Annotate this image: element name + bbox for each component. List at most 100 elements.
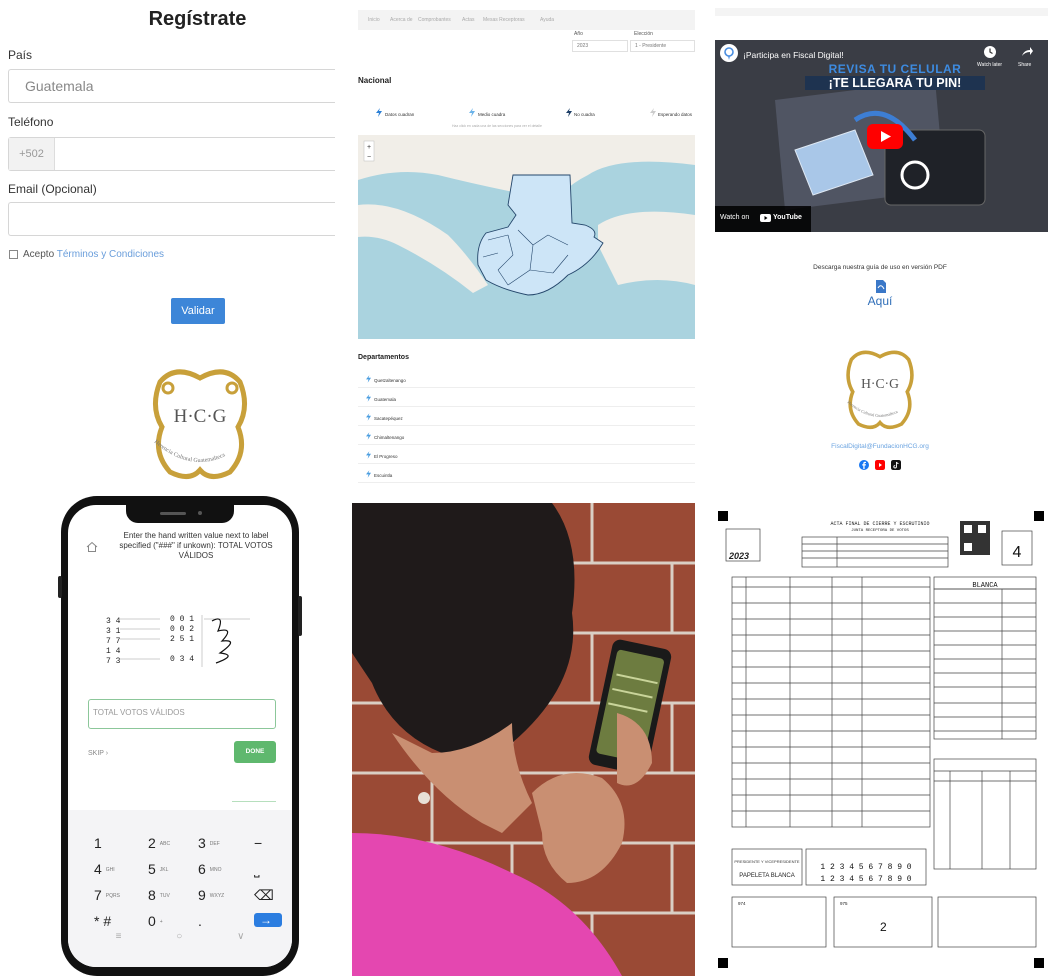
youtube-icon[interactable] <box>875 460 885 470</box>
youtube-logo-icon <box>760 214 771 222</box>
keypad-key[interactable]: − <box>254 835 266 851</box>
nav-item[interactable]: Acerca de <box>390 17 413 23</box>
channel-avatar-icon[interactable] <box>719 43 739 63</box>
photo-woman-with-phone <box>352 503 695 976</box>
lightning-icon <box>366 432 371 440</box>
email-label: Email (Opcional) <box>8 182 97 196</box>
department-row[interactable]: El Progreso <box>358 446 695 464</box>
legend-esperando-datos: Esperando datos <box>658 112 693 117</box>
keypad-key[interactable]: 0 + <box>148 913 163 929</box>
total-votos-input[interactable]: TOTAL VOTOS VÁLIDOS <box>88 699 276 729</box>
svg-text:7 3: 7 3 <box>106 657 121 666</box>
share-label[interactable]: Share <box>1018 62 1031 68</box>
keypad-key[interactable]: . <box>198 913 206 929</box>
nav-item[interactable]: Mesas Receptoras <box>483 17 525 23</box>
facebook-icon[interactable] <box>859 460 869 470</box>
keypad-key[interactable]: 9 WXYZ <box>198 887 224 903</box>
watch-on-youtube[interactable]: Watch on YouTube <box>715 206 811 232</box>
svg-text:3 4: 3 4 <box>106 617 121 626</box>
pdf-file-icon[interactable] <box>876 280 886 293</box>
keypad-key[interactable]: 6 MNO <box>198 861 221 877</box>
svg-text:+: + <box>367 144 371 151</box>
nav-item[interactable]: Ayuda <box>540 17 554 23</box>
guatemala-shape <box>477 174 604 296</box>
contact-email-link[interactable]: FiscalDigital@FundacionHCG.org <box>712 443 1048 450</box>
ballot-year: 2023 <box>728 551 749 561</box>
ballot-digits-row1: 1 2 3 4 5 6 7 8 9 0 <box>820 863 911 872</box>
clock-icon[interactable] <box>983 45 997 59</box>
legend-no-cuadra: No cuadra <box>574 112 595 117</box>
election-select[interactable]: 1 - Presidente <box>630 40 695 52</box>
nav-item[interactable]: Inicio <box>368 17 380 23</box>
guide-panel: ¡Participa en Fiscal Digital! Watch late… <box>712 0 1048 488</box>
terms-link[interactable]: Términos y Condiciones <box>57 249 164 260</box>
keypad-key[interactable]: 4 GHI <box>94 861 115 877</box>
svg-text:0 0 1: 0 0 1 <box>170 615 194 624</box>
nav-item[interactable]: Actas <box>462 17 475 23</box>
lightning-icon <box>469 108 475 117</box>
ballot-subheader: JUNTA RECEPTORA DE VOTOS <box>851 529 909 533</box>
back-chevron-icon[interactable]: ∨ <box>237 931 244 942</box>
validate-button[interactable]: Validar <box>171 298 225 324</box>
nav-bar: ≡ ○ ∨ <box>68 931 292 942</box>
departamentos-heading: Departamentos <box>358 354 409 361</box>
ballot-papeleta: PAPELETA BLANCA <box>739 873 794 879</box>
year-select[interactable]: 2023 <box>572 40 628 52</box>
play-button-icon[interactable] <box>867 124 903 149</box>
video-overlay-line2: ¡TE LLEGARÁ TU PIN! <box>805 76 985 90</box>
keypad-key[interactable]: 3 DEF <box>198 835 220 851</box>
guide-caption: Descarga nuestra guía de uso en versión … <box>813 264 947 271</box>
keypad-key[interactable]: ⌫ <box>254 887 278 904</box>
year-label: Año <box>574 31 583 37</box>
department-row[interactable]: Escuintla <box>358 465 695 483</box>
keypad-key[interactable]: 7 PQRS <box>94 887 120 903</box>
svg-text:0 3 4: 0 3 4 <box>170 655 194 664</box>
nav-item[interactable]: Comprobantes <box>418 17 451 23</box>
keypad-key[interactable]: * # <box>94 913 115 929</box>
register-title: Regístrate <box>148 8 247 30</box>
keypad-key[interactable]: 1 <box>94 835 106 851</box>
lightning-icon <box>366 394 371 402</box>
department-row[interactable]: Quetzaltenango <box>358 370 695 388</box>
ballot-footer-974: 974 <box>738 901 746 906</box>
email-input[interactable] <box>8 202 335 236</box>
share-icon[interactable] <box>1020 45 1034 59</box>
skip-button[interactable]: SKIP › <box>88 750 108 757</box>
scanned-ballot-snippet: 3 43 17 71 47 3 0 0 10 0 22 5 1 0 3 4 <box>100 609 260 673</box>
terms-checkbox[interactable] <box>9 250 18 259</box>
svg-text:−: − <box>367 154 371 161</box>
keypad-key[interactable]: 5 JKL <box>148 861 168 877</box>
phone-label: Teléfono <box>8 115 54 129</box>
menu-icon[interactable]: ≡ <box>116 931 122 942</box>
country-select[interactable]: Guatemala <box>8 69 335 103</box>
lightning-icon <box>566 108 572 117</box>
keypad-key[interactable]: 2 ABC <box>148 835 170 851</box>
logo-letters: H·C·G <box>174 406 227 427</box>
department-row[interactable]: Sacatepéquez <box>358 408 695 426</box>
done-button[interactable]: DONE <box>234 741 276 763</box>
ballot-handwritten-two: 2 <box>880 920 887 934</box>
election-label: Elección <box>634 31 653 37</box>
phone-prefix: +502 <box>9 138 55 170</box>
department-row[interactable]: Chimaltenango <box>358 427 695 445</box>
home-icon[interactable] <box>86 541 98 553</box>
ballot-pres-label: PRESIDENTE Y VICEPRESIDENTE <box>734 859 800 864</box>
country-label: País <box>8 48 33 62</box>
home-circle-icon[interactable]: ○ <box>176 931 182 942</box>
tiktok-icon[interactable] <box>891 460 901 470</box>
enter-key[interactable]: → <box>254 913 282 927</box>
results-map[interactable]: + − <box>358 135 695 339</box>
photo-illustration <box>352 503 695 976</box>
guide-download-link[interactable]: Aquí <box>712 294 1048 308</box>
keypad-key[interactable]: 8 TUV <box>148 887 170 903</box>
watch-later-label[interactable]: Watch later <box>977 62 1002 68</box>
phone-input[interactable] <box>8 137 335 171</box>
keypad-key[interactable]: ⎵ <box>254 861 264 878</box>
results-panel: Inicio Acerca de Comprobantes Actas Mesa… <box>352 0 695 488</box>
ballot-sheet: ACTA FINAL DE CIERRE Y ESCRUTINIO JUNTA … <box>718 511 1044 968</box>
svg-text:7 7: 7 7 <box>106 637 121 646</box>
department-row[interactable]: Guatemala <box>358 389 695 407</box>
video-title[interactable]: ¡Participa en Fiscal Digital! <box>743 50 844 60</box>
video-player[interactable]: ¡Participa en Fiscal Digital! Watch late… <box>715 40 1048 232</box>
phone-notch <box>126 505 234 523</box>
